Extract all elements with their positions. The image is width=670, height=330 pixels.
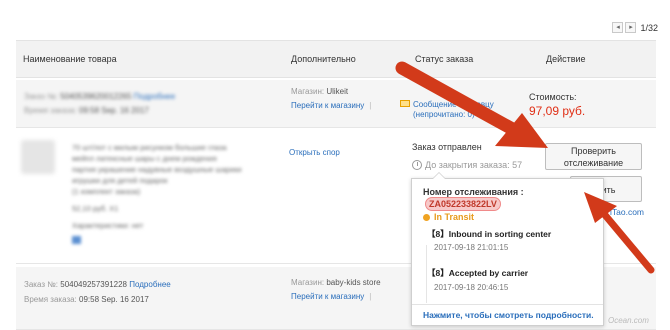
product-price-line: 52,10 руб. X1 xyxy=(72,204,119,213)
chevron-right-icon[interactable]: ▸ xyxy=(625,22,637,33)
tracking-event-time: 2017-09-18 20:46:15 xyxy=(434,283,509,292)
tracking-number: ZA052233822LV xyxy=(425,197,501,211)
close-countdown-text: До закрытия заказа: 57 xyxy=(425,160,523,170)
product-attributes: Характеристики: нет xyxy=(72,221,144,230)
status-text: Заказ отправлен xyxy=(412,142,482,152)
order-time: 09:58 Sep. 16 2017 xyxy=(79,106,149,115)
product-note: (1 комплект заказа) xyxy=(72,187,141,196)
order-time-line: Время заказа: 09:58 Sep. 16 2017 xyxy=(24,106,149,115)
transit-status: In Transit xyxy=(423,212,474,222)
go-to-shop-link[interactable]: Перейти к магазину xyxy=(291,292,364,301)
tracking-event-title: 【8】Inbound in sorting center xyxy=(427,228,551,240)
check-tracking-button[interactable]: Проверить отслеживание xyxy=(545,143,642,170)
order-status: Заказ отправлен До закрытия заказа: 57 xyxy=(412,142,522,170)
event-code: 【8】 xyxy=(427,229,449,239)
watermark: Ocean.com xyxy=(608,316,649,325)
event-text: Accepted by carrier xyxy=(448,268,529,278)
close-countdown: До закрытия заказа: 57 xyxy=(412,160,522,170)
page-indicator: 1/32 xyxy=(640,22,658,33)
pagination: ◂ ▸ 1/32 xyxy=(612,22,658,33)
tracking-details-link[interactable]: Нажмите, чтобы смотреть подробности. xyxy=(423,310,594,320)
status-dot-icon xyxy=(423,213,430,221)
side-link[interactable]: iTao.com xyxy=(610,207,644,217)
event-code: 【8】 xyxy=(427,268,449,278)
price-label: Стоимость: xyxy=(529,92,577,102)
column-extra: Дополнительно xyxy=(291,54,356,64)
order-time: 09:58 Sep. 16 2017 xyxy=(79,295,149,304)
shop-name: Ulikeit xyxy=(326,87,349,96)
shop-label: Магазин: xyxy=(291,278,325,287)
unread-count: (непрочитано: 0) xyxy=(413,110,475,119)
shop-links: Перейти к магазину | xyxy=(291,101,372,110)
message-seller-link[interactable]: Сообщение продавцу xyxy=(413,100,494,110)
column-product: Наименование товара xyxy=(23,54,117,64)
order-number-label: Заказ №: xyxy=(24,280,59,289)
open-dispute-link[interactable]: Открыть спор xyxy=(289,148,340,157)
order-number: 504049257391228 xyxy=(60,280,127,289)
tracking-number-row: Номер отслеживания : ZA052233822LV xyxy=(423,187,603,211)
shop-label: Магазин: xyxy=(291,87,325,96)
product-thumbnail[interactable] xyxy=(21,140,55,174)
shop-line: Магазин: Ulikeit xyxy=(291,87,348,96)
shop-line: Магазин: baby-kids store xyxy=(291,278,381,287)
order-time-line: Время заказа: 09:58 Sep. 16 2017 xyxy=(24,295,149,304)
tracking-number-label: Номер отслеживания : xyxy=(423,187,524,197)
shop-name: baby-kids store xyxy=(326,278,381,287)
order-details-link[interactable]: Подробнее xyxy=(129,280,171,289)
clock-icon xyxy=(412,160,422,170)
product-title[interactable]: 70 шт/лот с милым рисунком большие глаза… xyxy=(72,142,242,186)
product-description: 70 шт/лот с милым рисунком большие глаза… xyxy=(72,142,242,244)
column-action: Действие xyxy=(546,54,586,64)
order-time-label: Время заказа: xyxy=(24,106,77,115)
event-text: Inbound in sorting center xyxy=(448,229,552,239)
order-price: 97,09 руб. xyxy=(529,104,586,118)
check-tracking-label-2: отслеживание xyxy=(563,158,624,168)
chevron-left-icon[interactable]: ◂ xyxy=(612,22,624,33)
order-time-label: Время заказа: xyxy=(24,295,77,304)
order-number-label: Заказ №: xyxy=(24,92,59,101)
order-details-link[interactable]: Подробнее xyxy=(134,92,176,101)
popup-divider xyxy=(412,304,603,305)
tracking-event-time: 2017-09-18 21:01:15 xyxy=(434,243,509,252)
tracking-popup: Номер отслеживания : ZA052233822LV In Tr… xyxy=(411,172,604,326)
envelope-icon xyxy=(400,100,410,107)
order-number-line: Заказ №: 5040539620012265 Подробнее xyxy=(24,92,175,101)
order-number-line: Заказ №: 504049257391228 Подробнее xyxy=(24,280,171,289)
go-to-shop-link[interactable]: Перейти к магазину xyxy=(291,101,364,110)
snapshot-icon[interactable] xyxy=(72,236,81,244)
check-tracking-label-1: Проверить xyxy=(570,146,616,156)
message-seller[interactable]: Сообщение продавцу (непрочитано: 0) xyxy=(400,100,494,120)
order-number: 5040539620012265 xyxy=(60,92,132,101)
column-status: Статус заказа xyxy=(415,54,474,64)
tracking-event-title: 【8】Accepted by carrier xyxy=(427,267,528,279)
transit-status-text: In Transit xyxy=(434,212,475,222)
shop-links: Перейти к магазину | xyxy=(291,292,372,301)
orders-table-header: Наименование товара Дополнительно Статус… xyxy=(16,40,656,78)
